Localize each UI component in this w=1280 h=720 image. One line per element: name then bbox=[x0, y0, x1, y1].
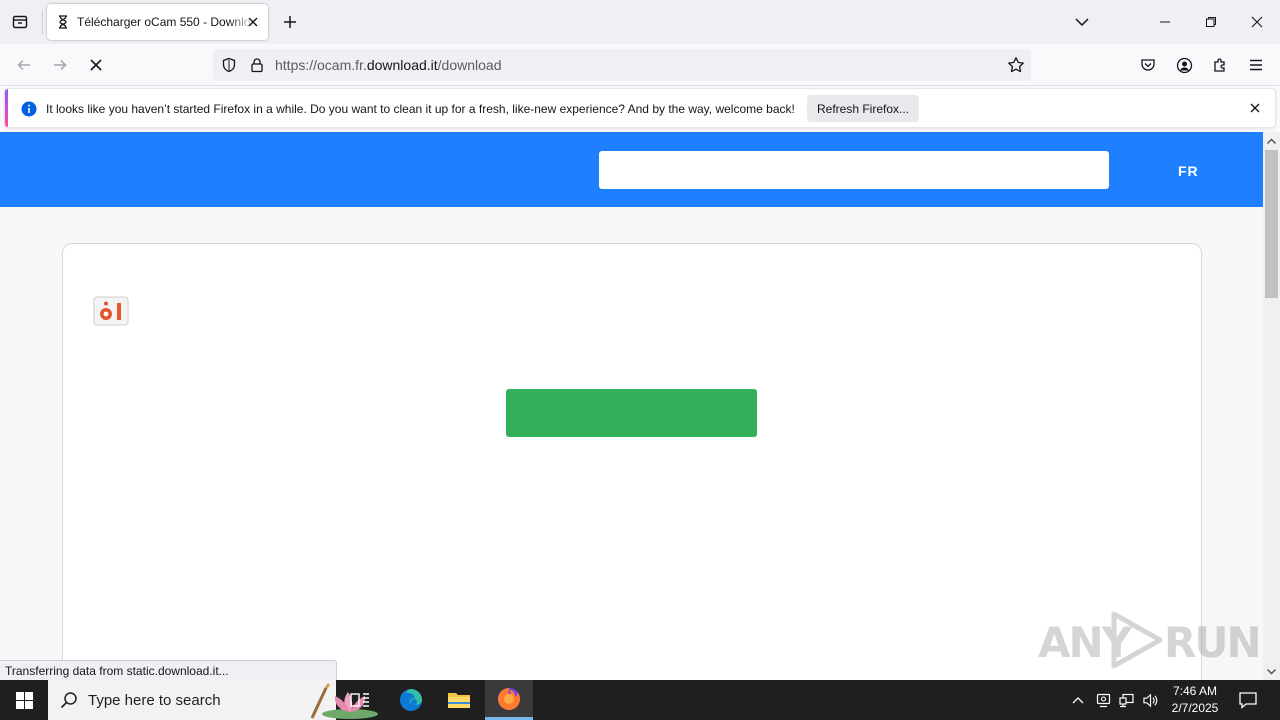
network-tray-button[interactable] bbox=[1119, 692, 1135, 708]
url-text[interactable]: https://ocam.fr.download.it/download bbox=[275, 57, 501, 73]
page-scrollbar[interactable] bbox=[1263, 132, 1280, 680]
close-notification-icon[interactable] bbox=[1248, 101, 1262, 115]
app-menu-button[interactable] bbox=[1245, 54, 1267, 76]
notification-accent bbox=[5, 89, 8, 127]
site-header: FR bbox=[0, 132, 1263, 207]
restore-icon bbox=[1206, 17, 1216, 27]
account-button[interactable] bbox=[1173, 54, 1195, 76]
firefox-icon bbox=[498, 687, 520, 710]
browser-tab[interactable]: Télécharger oCam 550 - Download.it bbox=[47, 4, 268, 40]
bookmark-star-icon[interactable] bbox=[1007, 56, 1025, 74]
arrow-right-icon bbox=[54, 59, 67, 71]
scroll-down-arrow-icon bbox=[1267, 668, 1276, 674]
ocam-app-icon bbox=[93, 296, 129, 326]
stop-icon bbox=[90, 59, 102, 71]
minimize-button[interactable] bbox=[1142, 0, 1188, 44]
url-prefix: https://ocam.fr. bbox=[275, 57, 367, 73]
status-panel: Transferring data from static.download.i… bbox=[0, 660, 337, 680]
stop-loading-button[interactable] bbox=[85, 54, 107, 76]
pocket-icon bbox=[1141, 59, 1155, 71]
scroll-thumb[interactable] bbox=[1265, 150, 1278, 298]
windows-taskbar: Type here to search 7:46 AM 2/7/2025 bbox=[0, 680, 1280, 720]
forward-button[interactable] bbox=[49, 54, 71, 76]
edge-browser-icon bbox=[400, 689, 422, 711]
hourglass-loading-icon bbox=[59, 15, 67, 29]
search-icon bbox=[60, 692, 77, 709]
folder-icon bbox=[448, 693, 470, 708]
clock-time: 7:46 AM bbox=[1172, 684, 1218, 698]
refresh-firefox-button[interactable]: Refresh Firefox... bbox=[807, 95, 919, 122]
close-window-button[interactable] bbox=[1234, 0, 1280, 44]
scroll-up-arrow-icon bbox=[1267, 138, 1276, 144]
chevron-up-icon bbox=[1072, 697, 1084, 704]
system-clock[interactable]: 7:46 AM 2/7/2025 bbox=[1164, 683, 1226, 717]
firefox-taskbar-button[interactable] bbox=[485, 680, 533, 720]
new-tab-icon[interactable] bbox=[280, 12, 300, 32]
refresh-firefox-notification: It looks like you haven’t started Firefo… bbox=[4, 88, 1276, 128]
tab-separator bbox=[42, 10, 43, 34]
account-icon bbox=[1176, 57, 1192, 73]
show-hidden-icons-button[interactable] bbox=[1070, 692, 1086, 708]
puzzle-piece-icon bbox=[1214, 58, 1225, 72]
close-tab-icon[interactable] bbox=[246, 15, 260, 29]
url-domain: download.it bbox=[366, 57, 438, 73]
language-selector[interactable]: FR bbox=[1178, 163, 1199, 179]
watermark-text-right: RUN bbox=[1164, 618, 1262, 667]
meet-now-tray-button[interactable] bbox=[1095, 692, 1111, 708]
scroll-down-button[interactable] bbox=[1263, 663, 1280, 680]
url-path: /download bbox=[437, 57, 502, 73]
webcam-icon bbox=[1096, 693, 1110, 707]
search-placeholder: Type here to search bbox=[88, 692, 221, 709]
notification-message: It looks like you haven’t started Firefo… bbox=[46, 102, 795, 116]
info-icon bbox=[21, 101, 37, 117]
hamburger-menu-icon bbox=[1250, 59, 1262, 71]
download-button[interactable] bbox=[506, 389, 757, 437]
firefox-view-icon[interactable] bbox=[8, 10, 32, 34]
address-bar[interactable]: https://ocam.fr.download.it/download bbox=[213, 49, 1031, 81]
back-button[interactable] bbox=[13, 54, 35, 76]
start-button[interactable] bbox=[0, 680, 48, 720]
volume-tray-button[interactable] bbox=[1143, 692, 1159, 708]
anyrun-watermark: ANY RUN bbox=[1038, 608, 1262, 672]
site-search-input[interactable] bbox=[599, 151, 1109, 189]
extensions-button[interactable] bbox=[1209, 54, 1231, 76]
tracking-protection-shield-icon[interactable] bbox=[221, 57, 237, 73]
arrow-left-icon bbox=[17, 59, 30, 71]
edge-taskbar-button[interactable] bbox=[387, 680, 435, 720]
file-explorer-button[interactable] bbox=[435, 680, 483, 720]
minimize-icon bbox=[1160, 21, 1170, 23]
task-view-button[interactable] bbox=[336, 680, 384, 720]
network-icon bbox=[1119, 693, 1134, 707]
navigation-toolbar: https://ocam.fr.download.it/download bbox=[0, 44, 1280, 86]
play-logo-icon bbox=[1111, 611, 1163, 669]
pocket-button[interactable] bbox=[1137, 54, 1159, 76]
taskbar-search-box[interactable]: Type here to search bbox=[48, 680, 378, 720]
scroll-up-button[interactable] bbox=[1263, 132, 1280, 149]
close-icon bbox=[1251, 16, 1263, 28]
action-center-icon[interactable] bbox=[1238, 690, 1258, 710]
windows-logo-icon bbox=[15, 691, 33, 709]
speaker-icon bbox=[1143, 693, 1158, 707]
task-view-icon bbox=[350, 693, 369, 707]
list-all-tabs-icon[interactable] bbox=[1072, 12, 1092, 32]
restore-button[interactable] bbox=[1188, 0, 1234, 44]
web-page-content: FR bbox=[0, 132, 1263, 680]
clock-date: 2/7/2025 bbox=[1171, 701, 1219, 715]
tab-strip: Télécharger oCam 550 - Download.it bbox=[0, 0, 1280, 44]
download-card bbox=[62, 243, 1202, 680]
tab-title: Télécharger oCam 550 - Download.it bbox=[77, 15, 255, 29]
lock-icon[interactable] bbox=[249, 57, 265, 73]
